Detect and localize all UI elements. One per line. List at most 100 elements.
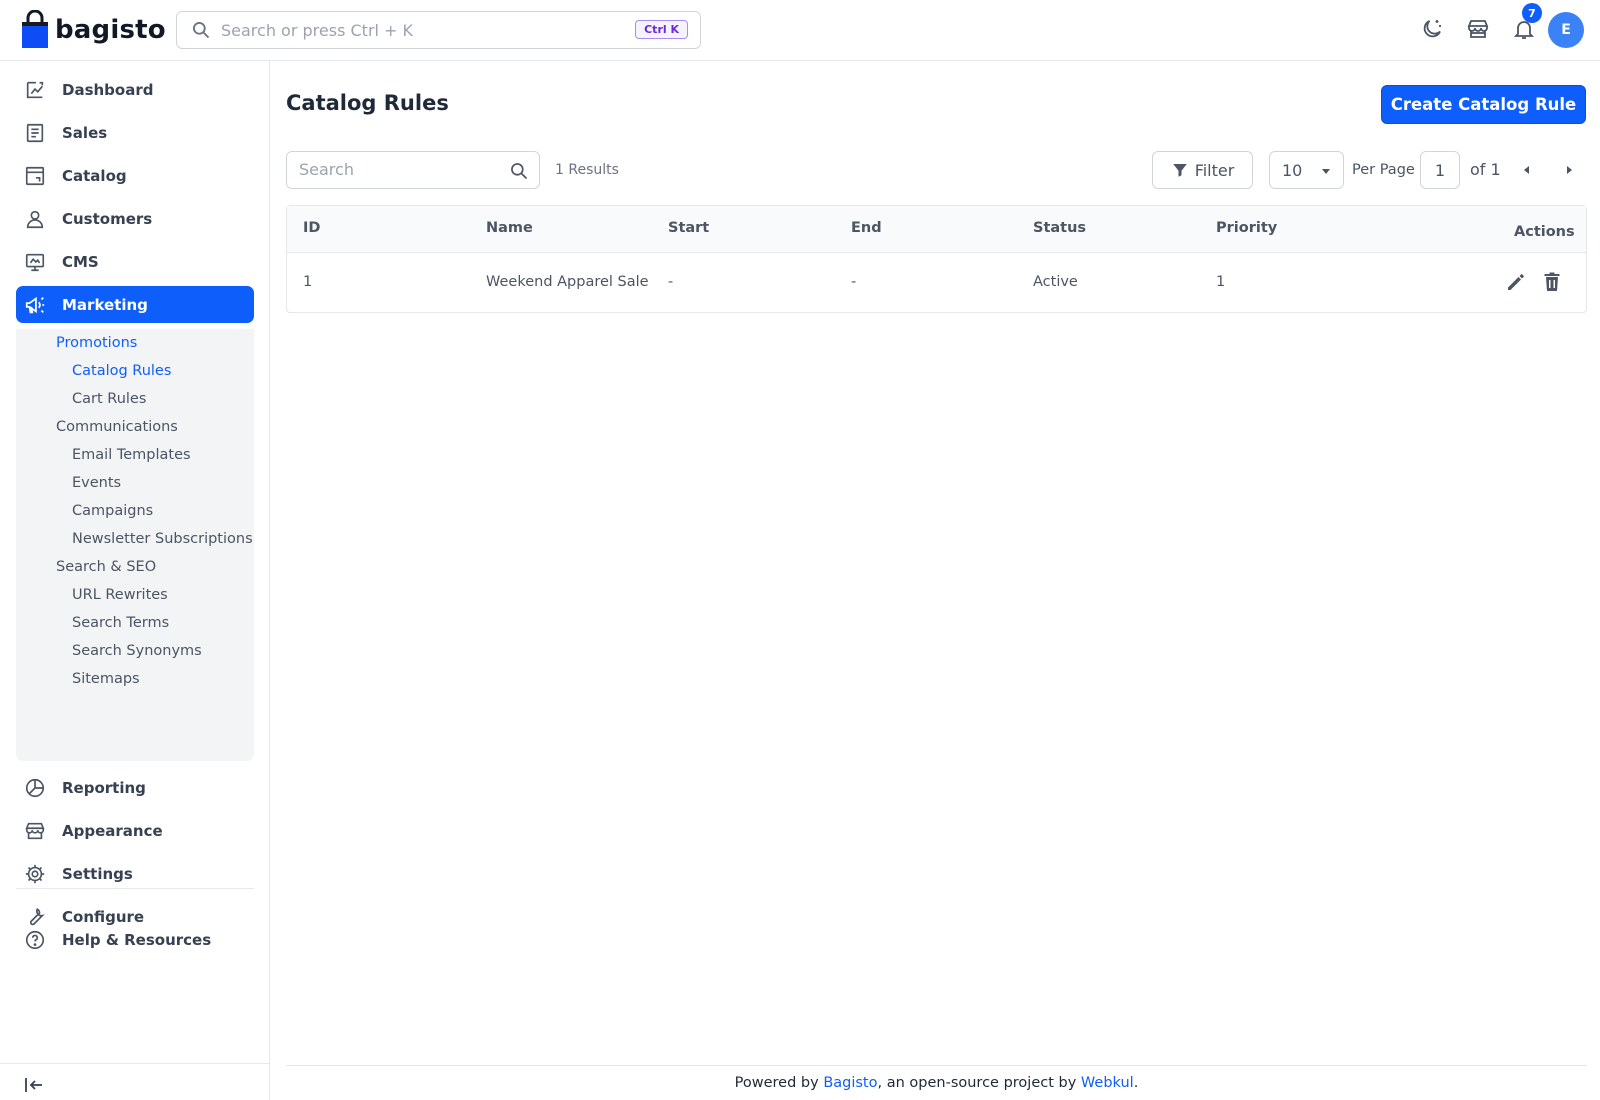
storefront-icon[interactable] <box>1465 16 1491 42</box>
per-page-value: 10 <box>1282 161 1303 180</box>
submenu-promotions[interactable]: Promotions <box>56 335 137 351</box>
cell-status: Active <box>1033 274 1078 290</box>
top-header: bagisto Search or press Ctrl + K Ctrl K … <box>0 0 1600 61</box>
catalog-rules-table: ID Name Start End Status Priority Action… <box>286 205 1587 313</box>
submenu-newsletter-subscriptions[interactable]: Newsletter Subscriptions <box>72 531 253 547</box>
submenu-search-synonyms[interactable]: Search Synonyms <box>72 643 202 659</box>
notification-count-badge: 7 <box>1522 3 1542 23</box>
sidebar-item-marketing[interactable]: Marketing <box>16 286 254 323</box>
footer-divider <box>286 1065 1587 1066</box>
settings-gear-icon <box>24 863 46 885</box>
sidebar-item-settings[interactable]: Settings <box>16 855 254 892</box>
sidebar: Dashboard Sales Catalog Customers CMS Ma… <box>0 61 270 1100</box>
bagisto-link[interactable]: Bagisto <box>823 1075 877 1091</box>
submenu-cart-rules[interactable]: Cart Rules <box>72 391 146 407</box>
sidebar-item-help[interactable]: Help & Resources <box>16 921 254 958</box>
column-end[interactable]: End <box>851 220 882 236</box>
reporting-icon <box>24 777 46 799</box>
per-page-label: Per Page <box>1352 162 1415 178</box>
caret-down-icon <box>1322 169 1330 174</box>
sidebar-item-label: Dashboard <box>62 80 154 99</box>
table-header: ID Name Start End Status Priority Action… <box>287 206 1586 253</box>
logo-text: bagisto <box>55 15 166 45</box>
page-number-input[interactable]: 1 <box>1420 151 1460 189</box>
customers-icon <box>24 208 46 230</box>
search-icon[interactable] <box>509 161 529 181</box>
bagisto-logo[interactable]: bagisto <box>20 10 166 50</box>
submenu-catalog-rules[interactable]: Catalog Rules <box>72 363 171 379</box>
edit-pencil-icon[interactable] <box>1504 270 1528 294</box>
sidebar-item-label: Appearance <box>62 821 163 840</box>
marketing-icon <box>24 294 46 316</box>
submenu-email-templates[interactable]: Email Templates <box>72 447 191 463</box>
footer-prefix: Powered by <box>734 1075 819 1091</box>
submenu-events[interactable]: Events <box>72 475 121 491</box>
sidebar-item-label: Customers <box>62 209 153 228</box>
submenu-url-rewrites[interactable]: URL Rewrites <box>72 587 168 603</box>
sidebar-item-label: CMS <box>62 252 99 271</box>
cell-end: - <box>851 274 857 290</box>
cell-start: - <box>668 274 674 290</box>
submenu-communications[interactable]: Communications <box>56 419 178 435</box>
dark-mode-toggle-icon[interactable] <box>1419 16 1445 42</box>
per-page-select[interactable]: 10 <box>1269 151 1344 189</box>
sidebar-item-catalog[interactable]: Catalog <box>16 157 254 194</box>
column-id[interactable]: ID <box>303 220 320 236</box>
cell-priority: 1 <box>1216 274 1226 290</box>
submenu-search-terms[interactable]: Search Terms <box>72 615 169 631</box>
column-actions: Actions <box>1514 224 1575 240</box>
dashboard-icon <box>24 79 46 101</box>
search-icon <box>193 22 210 39</box>
global-search-input[interactable]: Search or press Ctrl + K Ctrl K <box>176 11 701 49</box>
delete-trash-icon[interactable] <box>1540 270 1564 294</box>
sidebar-item-label: Settings <box>62 864 133 883</box>
sidebar-item-label: Sales <box>62 123 108 142</box>
search-placeholder: Search or press Ctrl + K <box>221 20 414 40</box>
submenu-search-seo[interactable]: Search & SEO <box>56 559 156 575</box>
bag-logo-icon <box>22 10 48 48</box>
create-catalog-rule-button[interactable]: Create Catalog Rule <box>1381 85 1586 124</box>
sidebar-item-label: Help & Resources <box>62 930 212 949</box>
webkul-link[interactable]: Webkul <box>1081 1075 1134 1091</box>
sidebar-item-label: Reporting <box>62 778 146 797</box>
footer-middle: , an open-source project by <box>877 1075 1077 1091</box>
submenu-campaigns[interactable]: Campaigns <box>72 503 153 519</box>
shortcut-badge: Ctrl K <box>635 20 688 39</box>
page-total: of 1 <box>1470 160 1501 179</box>
previous-page-icon[interactable] <box>1518 161 1536 179</box>
page-title: Catalog Rules <box>286 91 449 115</box>
marketing-submenu: Promotions Catalog Rules Cart Rules Comm… <box>16 329 254 761</box>
column-name[interactable]: Name <box>486 220 533 236</box>
results-count: 1 Results <box>555 162 619 178</box>
submenu-sitemaps[interactable]: Sitemaps <box>72 671 140 687</box>
sidebar-item-customers[interactable]: Customers <box>16 200 254 237</box>
footer: Powered by Bagisto, an open-source proje… <box>286 1075 1587 1091</box>
search-placeholder: Search <box>299 160 354 179</box>
cms-icon <box>24 251 46 273</box>
footer-suffix: . <box>1133 1075 1139 1091</box>
sidebar-item-label: Marketing <box>62 295 148 314</box>
datagrid-search-input[interactable]: Search <box>286 151 540 189</box>
sidebar-item-dashboard[interactable]: Dashboard <box>16 71 254 108</box>
filter-button[interactable]: Filter <box>1152 151 1253 189</box>
cell-id: 1 <box>303 274 313 290</box>
sidebar-bottom-divider <box>0 1063 270 1064</box>
filter-icon <box>1172 164 1187 177</box>
user-avatar[interactable]: E <box>1548 12 1584 48</box>
next-page-icon[interactable] <box>1560 161 1578 179</box>
sidebar-divider <box>16 888 254 889</box>
appearance-icon <box>24 820 46 842</box>
catalog-icon <box>24 165 46 187</box>
sidebar-item-label: Catalog <box>62 166 127 185</box>
column-priority[interactable]: Priority <box>1216 220 1277 236</box>
collapse-sidebar-icon[interactable] <box>22 1073 46 1097</box>
sidebar-item-reporting[interactable]: Reporting <box>16 769 254 806</box>
help-icon <box>24 929 46 951</box>
column-start[interactable]: Start <box>668 220 709 236</box>
sidebar-item-cms[interactable]: CMS <box>16 243 254 280</box>
sidebar-item-appearance[interactable]: Appearance <box>16 812 254 849</box>
sidebar-item-sales[interactable]: Sales <box>16 114 254 151</box>
column-status[interactable]: Status <box>1033 220 1086 236</box>
filter-label: Filter <box>1194 160 1235 180</box>
cell-name: Weekend Apparel Sale <box>486 274 649 290</box>
